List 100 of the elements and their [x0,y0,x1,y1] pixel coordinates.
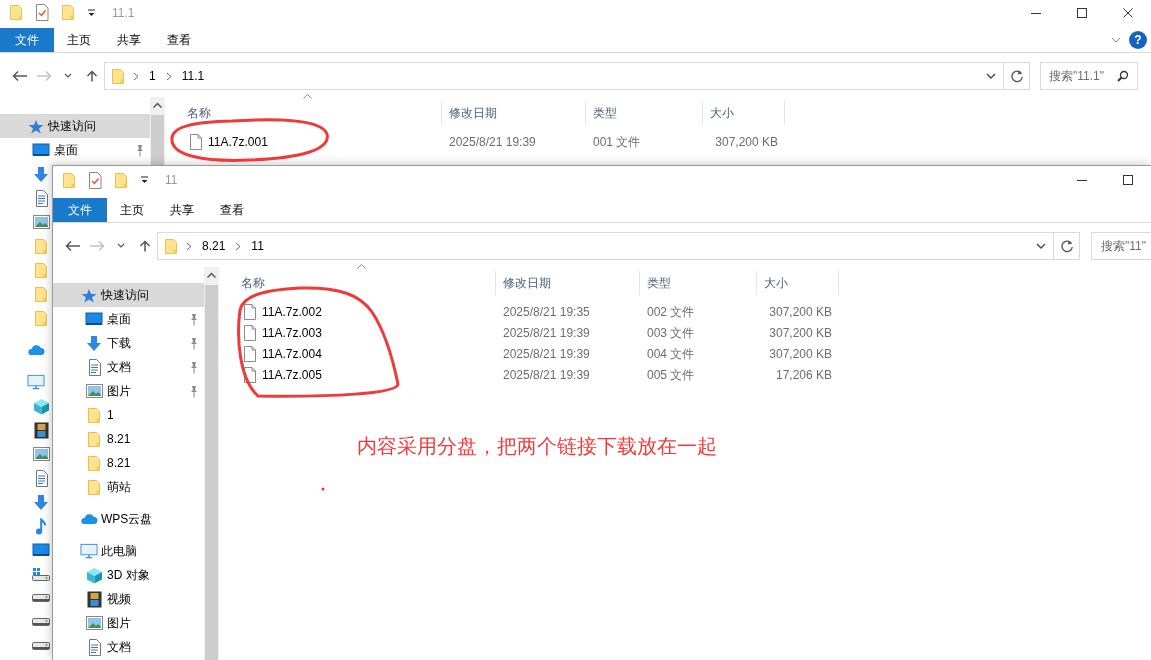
file-type: 001 文件 [592,133,642,151]
nav-item[interactable]: 文档 [53,635,131,659]
breadcrumb-item[interactable]: 11.1 [179,67,207,85]
file-name[interactable]: 11A.7z.005 [262,365,322,384]
address-bar[interactable]: 1 11.1 [104,62,1004,90]
folder-icon [87,406,101,424]
refresh-button[interactable] [1004,62,1030,90]
nav-item[interactable]: 快速访问 [53,283,204,307]
column-header[interactable]: 名称 [165,101,442,125]
picture-icon [32,447,50,461]
nav-item[interactable]: 文档 [53,355,204,379]
maximize-icon [1077,7,1087,18]
refresh-icon [1009,69,1024,83]
file-type: 002 文件 [646,303,696,321]
dropdown-icon [87,8,96,17]
file-name[interactable]: 11A.7z.004 [262,344,322,363]
search-field[interactable]: 搜索"11.1" [1040,62,1138,90]
close-icon [1123,7,1133,18]
nav-item[interactable]: 桌面 [0,138,150,162]
ribbon-tab[interactable]: 主页 [107,198,157,222]
column-header[interactable]: 大小 [757,271,839,295]
ribbon-tab[interactable]: 查看 [207,198,257,222]
forward-arrow-icon [36,70,52,82]
nav-item[interactable]: 此电脑 [53,539,137,563]
search-field[interactable]: 搜索"11" [1091,232,1151,260]
help-button[interactable]: ? [1129,31,1147,49]
document-icon [34,189,48,207]
chevron-icon [235,241,242,251]
sort-indicator-icon [303,94,312,99]
ribbon-tab[interactable]: 共享 [104,28,154,52]
window-title: 11 [165,172,178,189]
folder-icon [87,478,101,496]
chevron-icon [133,71,139,81]
column-header[interactable]: 类型 [586,101,703,125]
picture-icon [85,616,103,630]
address-bar[interactable]: 8.21 11 [157,232,1054,260]
nav-item[interactable]: 萌站 [53,475,131,499]
ribbon-tab[interactable]: 文件 [0,28,54,52]
up-arrow-icon [137,240,153,252]
scrollbar[interactable] [150,97,165,165]
forward-arrow-icon [89,240,105,252]
back-arrow-icon [65,240,81,252]
cube-icon [85,566,103,584]
nav-item[interactable]: 3D 对象 [53,563,150,587]
checklist-icon [35,4,49,21]
column-header[interactable]: 大小 [703,101,785,125]
folder-icon [111,67,125,85]
nav-item[interactable]: 8.21 [53,427,131,451]
file-icon [190,133,202,150]
ink-dot [321,487,325,491]
folder-icon [164,237,178,255]
column-header[interactable]: 名称 [219,271,496,295]
chevron-down-icon [986,73,996,79]
file-name[interactable]: 11A.7z.001 [208,132,268,151]
document-icon [87,358,101,376]
nav-item[interactable]: 视频 [53,587,131,611]
nav-item[interactable]: 图片 [53,611,131,635]
cube-icon [32,397,50,415]
nav-item[interactable]: 图片 [53,379,204,403]
scrollbar-thumb[interactable] [151,115,164,165]
desktop-icon [32,143,50,157]
column-header[interactable]: 修改日期 [496,271,640,295]
scrollbar[interactable] [204,267,219,660]
breadcrumb-item[interactable]: 1 [147,67,158,85]
column-header[interactable]: 类型 [640,271,757,295]
download-icon [33,165,49,183]
cloud-icon [27,344,45,356]
breadcrumb-item[interactable]: 8.21 [200,237,228,255]
nav-item[interactable]: 快速访问 [0,114,150,138]
folder-icon [9,4,23,21]
breadcrumb-item[interactable]: 11 [249,237,266,255]
picture-icon [85,384,103,398]
file-size: 307,200 KB [768,324,833,342]
window-title: 11.1 [112,4,135,22]
download-icon [86,334,102,352]
nav-item[interactable]: 1 [53,403,114,427]
scrollbar-thumb[interactable] [205,285,218,660]
back-arrow-icon [12,70,28,82]
folder-icon [34,285,48,303]
file-name[interactable]: 11A.7z.003 [262,323,322,342]
download-icon [33,493,49,511]
computer-icon [80,543,98,559]
modified-date: 2025/8/21 19:39 [502,345,591,363]
nav-item[interactable]: 桌面 [53,307,204,331]
desktop-icon [32,543,50,557]
nav-item[interactable]: 8.21 [53,451,131,475]
annotation-text: 内容采用分盘，把两个链接下载放在一起 [357,434,717,459]
folder-icon [34,237,48,255]
file-name[interactable]: 11A.7z.002 [262,302,322,321]
ribbon-toggle-button[interactable] [1111,37,1121,43]
desktop-icon [85,312,103,326]
ribbon-tab[interactable]: 共享 [157,198,207,222]
column-header[interactable]: 修改日期 [442,101,586,125]
ribbon-tab[interactable]: 文件 [53,198,107,222]
ribbon-tab[interactable]: 主页 [54,28,104,52]
modified-date: 2025/8/21 19:35 [502,303,591,321]
refresh-button[interactable] [1054,232,1080,260]
ribbon-tab[interactable]: 查看 [154,28,204,52]
nav-item[interactable]: 下载 [53,331,204,355]
nav-item[interactable]: WPS云盘 [53,507,153,531]
